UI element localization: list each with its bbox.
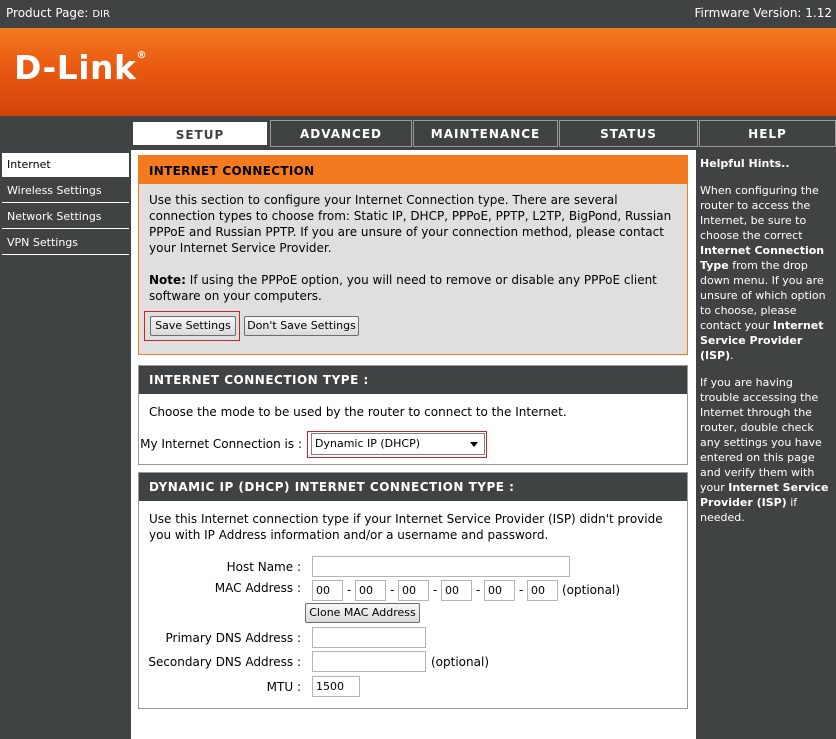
brand-banner: D-Link®: [0, 28, 836, 116]
internet-connection-body: Use this section to configure your Inter…: [139, 184, 687, 312]
dhcp-title: DYNAMIC IP (DHCP) INTERNET CONNECTION TY…: [139, 473, 687, 501]
internet-connection-intro: Use this section to configure your Inter…: [149, 193, 672, 255]
mac-octet-4-input[interactable]: 00: [441, 580, 472, 601]
my-connection-label: My Internet Connection is :: [140, 437, 302, 451]
helpful-hints: Helpful Hints.. When configuring the rou…: [700, 156, 834, 537]
note-label: Note:: [149, 273, 186, 287]
save-settings-button[interactable]: Save Settings: [150, 316, 236, 336]
note-text: If using the PPPoE option, you will need…: [149, 273, 657, 303]
tab-status[interactable]: STATUS: [559, 120, 698, 147]
host-name-label: Host Name :: [226, 560, 301, 574]
dhcp-description: Use this Internet connection type if you…: [149, 512, 663, 542]
sidebar-item-wireless-settings[interactable]: Wireless Settings: [2, 179, 129, 203]
primary-dns-label: Primary DNS Address :: [165, 631, 301, 645]
mac-separator: -: [347, 583, 352, 597]
product-page: Product Page: DIR: [6, 6, 110, 20]
top-bar: Product Page: DIR Firmware Version: 1.12: [0, 0, 836, 28]
mac-separator: -: [433, 583, 438, 597]
hint-text: When configuring the router to access th…: [700, 184, 819, 242]
hint-text: If you are having trouble accessing the …: [700, 376, 822, 494]
secondary-dns-optional-note: (optional): [431, 655, 489, 669]
mtu-input[interactable]: 1500: [312, 676, 360, 697]
connection-type-title: INTERNET CONNECTION TYPE :: [139, 366, 687, 394]
internet-connection-note: Note: If using the PPPoE option, you wil…: [149, 272, 677, 304]
mac-optional-note: (optional): [562, 583, 620, 597]
mtu-label: MTU :: [266, 680, 301, 694]
mac-separator: -: [390, 583, 395, 597]
mac-octet-1-input[interactable]: 00: [312, 580, 343, 601]
helpful-hints-title: Helpful Hints..: [700, 157, 790, 170]
mac-octet-3-input[interactable]: 00: [398, 580, 429, 601]
internet-connection-title: INTERNET CONNECTION: [139, 156, 687, 184]
connection-type-selected: Dynamic IP (DHCP): [315, 437, 421, 450]
sidebar-item-vpn-settings[interactable]: VPN Settings: [2, 231, 129, 255]
hint-paragraph-2: If you are having trouble accessing the …: [700, 375, 834, 525]
tab-help[interactable]: HELP: [699, 120, 836, 147]
mac-octet-6-input[interactable]: 00: [527, 580, 558, 601]
connection-type-description: Choose the mode to be used by the router…: [149, 405, 567, 419]
sidebar-item-internet[interactable]: Internet: [2, 153, 129, 177]
mac-separator: -: [476, 583, 481, 597]
tab-setup[interactable]: SETUP: [131, 120, 269, 147]
mac-separator: -: [519, 583, 524, 597]
logo-text: D-Link: [14, 48, 137, 87]
dlink-logo: D-Link®: [14, 48, 147, 87]
mac-octet-2-input[interactable]: 00: [355, 580, 386, 601]
primary-dns-input[interactable]: [312, 627, 426, 648]
tab-advanced[interactable]: ADVANCED: [270, 120, 412, 147]
help-sidebar: Helpful Hints.. When configuring the rou…: [696, 150, 836, 739]
dropdown-arrow-icon: [470, 442, 478, 447]
secondary-dns-input[interactable]: [312, 651, 426, 672]
mac-address-label: MAC Address :: [214, 581, 301, 595]
hint-paragraph-1: When configuring the router to access th…: [700, 183, 834, 363]
secondary-dns-label: Secondary DNS Address :: [148, 655, 301, 669]
host-name-input[interactable]: [312, 556, 570, 577]
firmware-version: Firmware Version: 1.12: [694, 6, 832, 20]
product-page-value: DIR: [92, 9, 110, 20]
tab-maintenance[interactable]: MAINTENANCE: [413, 120, 558, 147]
hint-text: .: [730, 349, 734, 362]
dont-save-settings-button[interactable]: Don't Save Settings: [244, 316, 359, 336]
clone-mac-address-button[interactable]: Clone MAC Address: [305, 603, 420, 623]
registered-mark: ®: [136, 50, 147, 61]
connection-type-select[interactable]: Dynamic IP (DHCP): [311, 433, 485, 455]
mac-octet-5-input[interactable]: 00: [484, 580, 515, 601]
product-page-label: Product Page:: [6, 6, 89, 20]
sidebar-item-network-settings[interactable]: Network Settings: [2, 205, 129, 229]
